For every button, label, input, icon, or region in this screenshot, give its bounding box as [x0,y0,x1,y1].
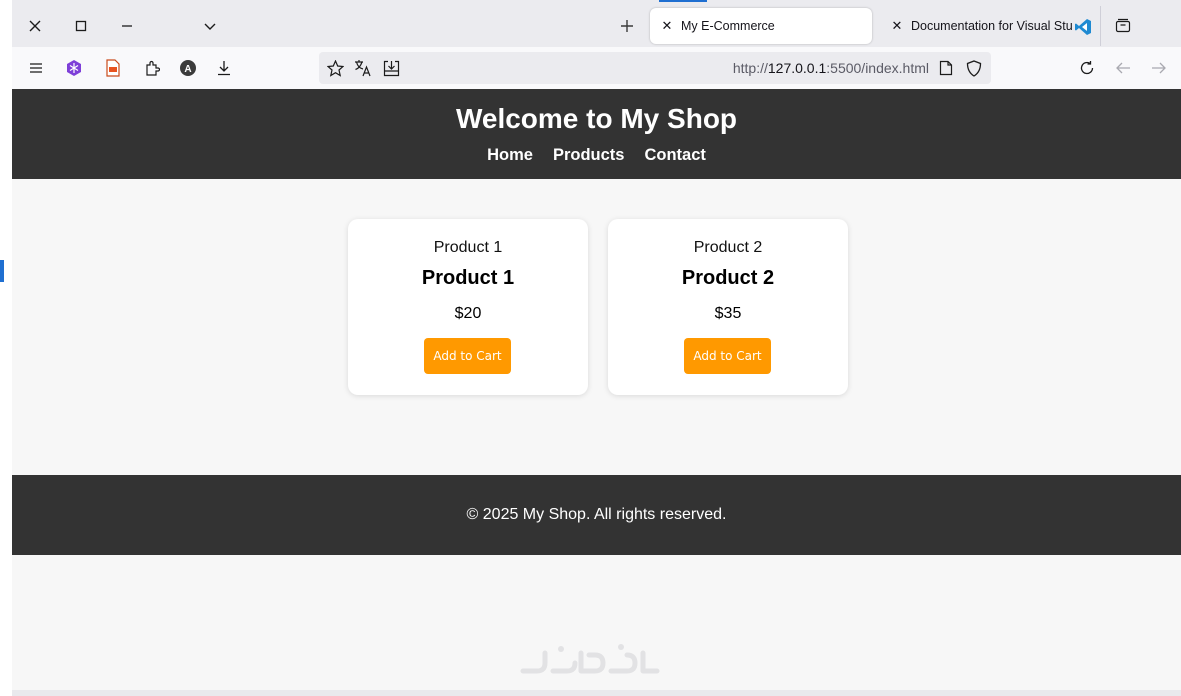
add-to-cart-button[interactable]: Add to Cart [684,338,771,374]
vscode-icon [1075,19,1091,35]
nav-contact-link[interactable]: Contact [644,146,705,165]
extensions-icon [146,60,160,76]
downloads-button[interactable] [211,55,237,81]
close-icon [29,20,41,32]
download-icon [218,61,230,76]
product-card: Product 2 Product 2 $35 Add to Cart [608,219,848,395]
save-page-button[interactable] [378,55,404,81]
account-button[interactable]: A [175,55,201,81]
product-price: $35 [714,305,742,322]
close-window-button[interactable] [18,9,52,43]
extension-button[interactable] [61,55,87,81]
page-title: Welcome to My Shop [455,103,738,134]
tab-close-icon[interactable]: ✕ [659,18,675,34]
minimize-window-button[interactable] [110,9,144,43]
extension-snowflake-icon [67,60,81,76]
maximize-window-button[interactable] [64,9,98,43]
active-tab-indicator [659,0,707,2]
shield-icon [966,59,982,77]
maximize-icon [75,20,87,32]
pdf-extension-button[interactable] [100,55,126,81]
browser-chrome: ✕ My E-Commerce ✕ Documentation for Visu… [12,0,1181,90]
tab-groups-button[interactable] [1108,10,1138,40]
product-price: $20 [454,305,482,322]
focus-indicator [0,260,4,282]
tab-bar: ✕ My E-Commerce ✕ Documentation for Visu… [12,0,1181,47]
reload-button[interactable] [1074,55,1100,81]
tab-close-icon[interactable]: ✕ [889,18,905,34]
product-image-alt: Product 1 [433,239,503,256]
back-icon [1116,62,1130,74]
tab-my-ecommerce[interactable]: ✕ My E-Commerce [650,8,872,44]
app-menu-button[interactable] [23,55,49,81]
nav-home-link[interactable]: Home [487,146,533,165]
footer-copyright: © 2025 My Shop. All rights reserved. [466,506,727,523]
url-text[interactable]: http://127.0.0.1:5500/index.html [733,60,929,76]
bookmark-button[interactable] [322,55,348,81]
site-nav: Home Products Contact [12,146,1181,165]
save-page-icon [383,60,399,76]
bookmark-star-icon [326,59,344,77]
extensions-button[interactable] [139,55,165,81]
list-all-tabs-button[interactable] [193,9,227,43]
tab-list-icon [1115,18,1131,33]
translate-button[interactable] [350,55,376,81]
web-page: Welcome to My Shop Home Products Contact… [12,89,1181,690]
nav-products-link[interactable]: Products [553,146,625,165]
chevron-down-icon [204,23,216,30]
product-image-alt: Product 2 [693,239,763,256]
url-path: :5500/index.html [826,60,929,76]
reader-view-button[interactable] [933,55,959,81]
minimize-icon [122,25,132,27]
svg-text:A: A [184,64,191,75]
product-name: Product 2 [681,267,775,289]
url-scheme: http:// [732,60,768,76]
reader-view-icon [939,60,953,76]
account-icon: A [180,60,196,76]
site-footer: © 2025 My Shop. All rights reserved. [12,475,1181,555]
tracking-protection-button[interactable] [961,55,987,81]
watermark-logo-icon [520,644,660,674]
menu-icon [30,63,42,73]
window-bottom-edge [12,690,1181,696]
address-bar[interactable]: http://127.0.0.1:5500/index.html [319,52,991,84]
pdf-icon [106,59,120,77]
forward-icon [1152,62,1166,74]
plus-icon [621,20,633,32]
navigation-toolbar: A http://127.0.0.1:5500/index.html [12,47,1181,90]
tab-title: My E-Commerce [681,19,775,33]
tab-separator [1100,6,1101,46]
new-tab-button[interactable] [612,9,642,43]
product-name: Product 1 [421,267,515,289]
tab-vscode-docs[interactable]: ✕ Documentation for Visual Studio Code [880,8,1102,44]
tab-title: Documentation for Visual Studio Code [911,19,1073,33]
reload-icon [1080,61,1094,75]
site-header: Welcome to My Shop Home Products Contact [12,89,1181,179]
forward-button[interactable] [1146,55,1172,81]
back-button[interactable] [1110,55,1136,81]
translate-icon [355,60,371,77]
add-to-cart-button[interactable]: Add to Cart [424,338,511,374]
product-card: Product 1 Product 1 $20 Add to Cart [348,219,588,395]
url-host: 127.0.0.1 [767,60,827,76]
